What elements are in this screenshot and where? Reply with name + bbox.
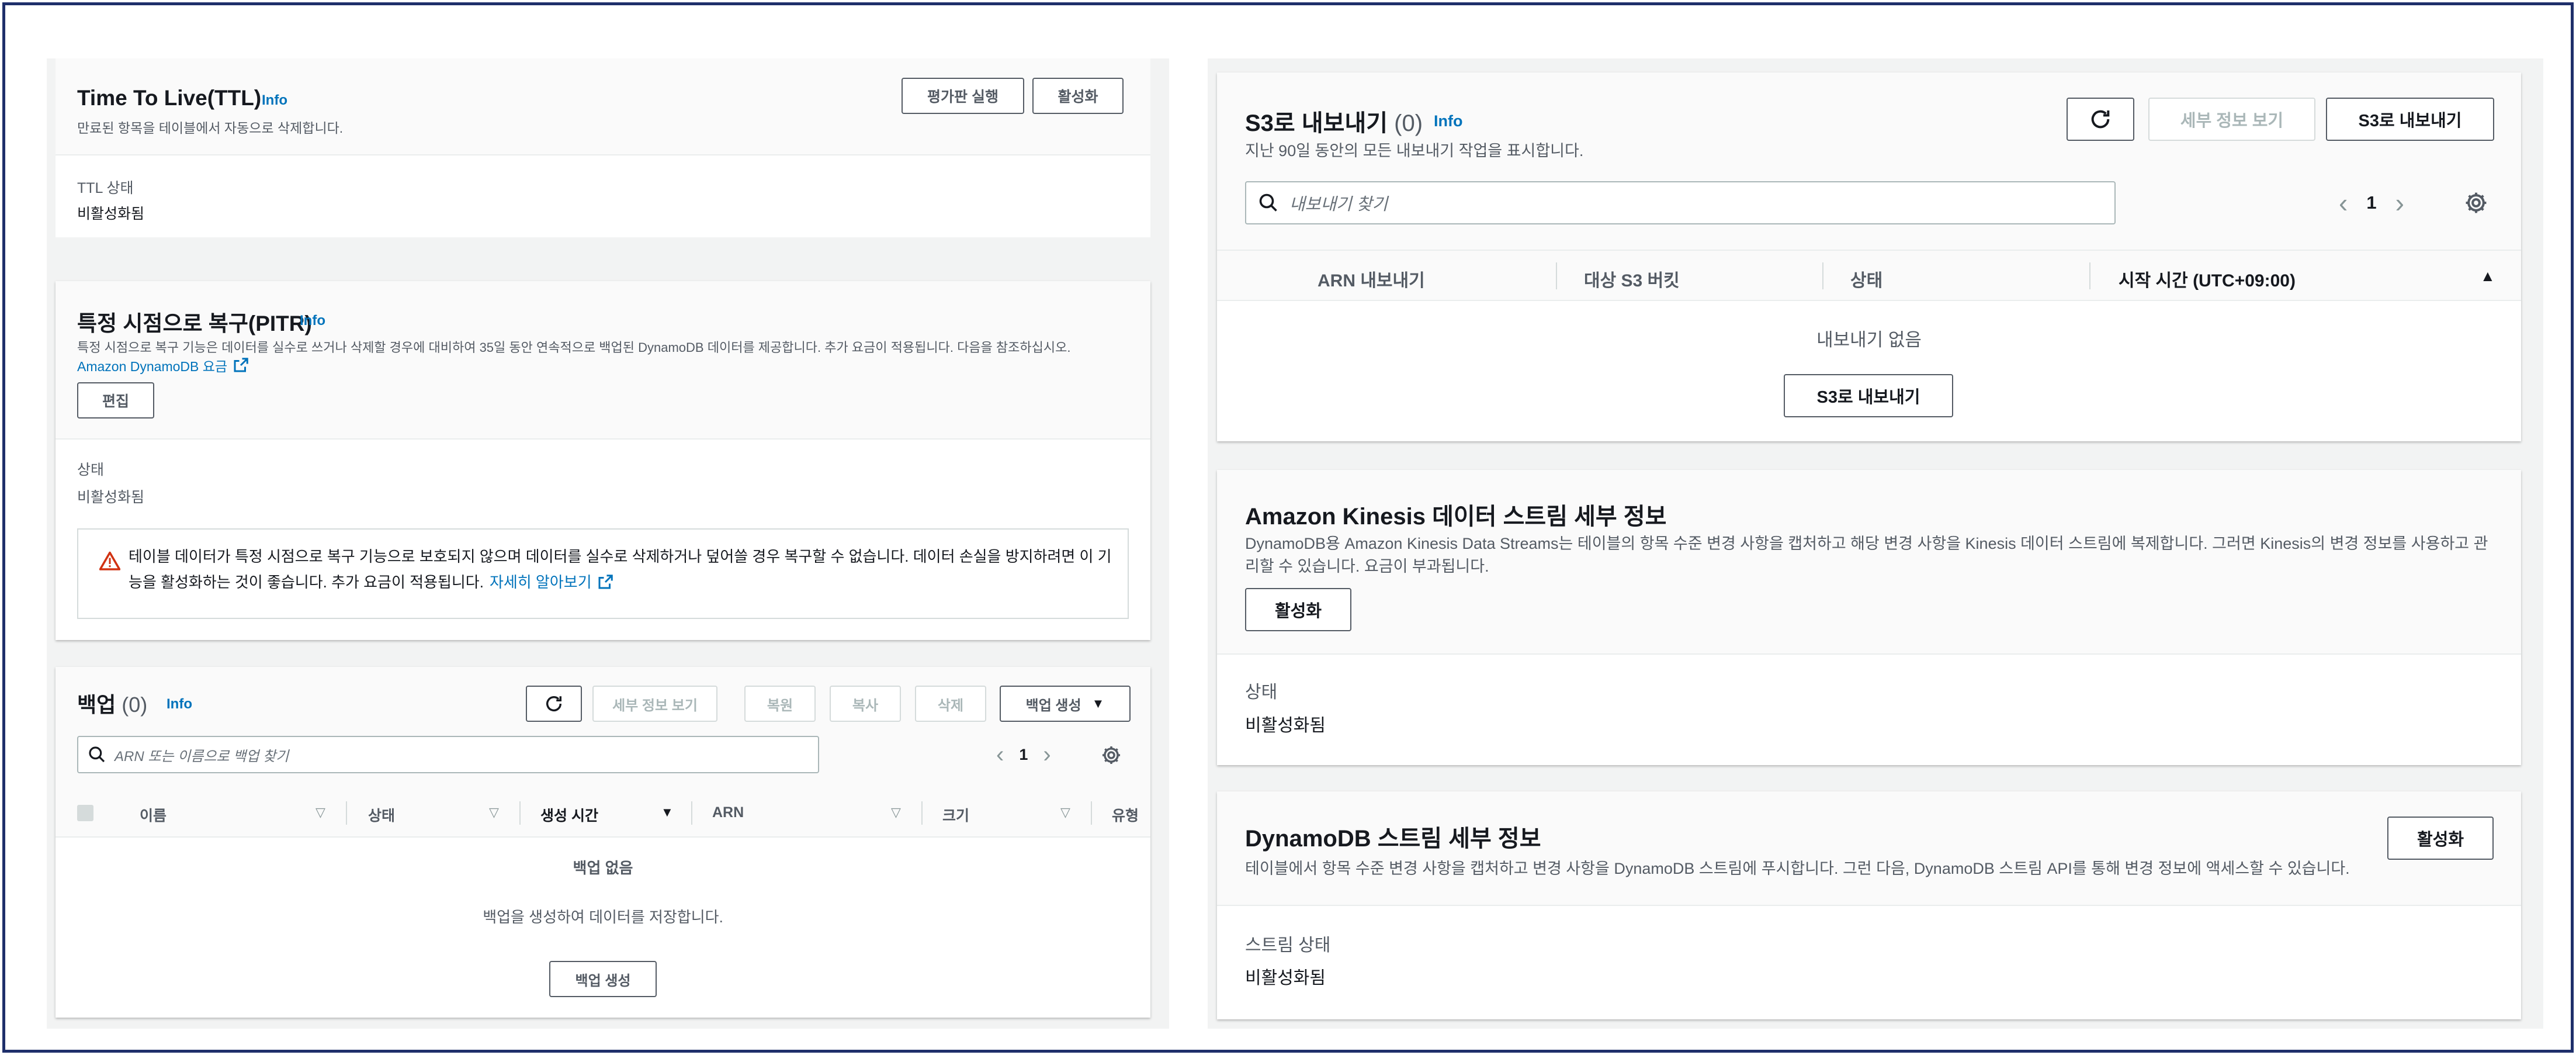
- pitr-info-link[interactable]: Info: [300, 313, 325, 329]
- ttl-status-label: TTL 상태: [77, 180, 134, 196]
- chevron-right-icon[interactable]: ›: [2395, 187, 2404, 219]
- streams-status-label: 스트림 상태: [1245, 936, 1331, 955]
- refresh-icon: [544, 694, 564, 714]
- kinesis-description: DynamoDB용 Amazon Kinesis Data Streams는 테…: [1245, 535, 2488, 575]
- ttl-info-link[interactable]: Info: [262, 92, 287, 109]
- backup-create-dropdown-button[interactable]: 백업 생성 ▼: [1000, 686, 1131, 722]
- dropdown-caret-icon: ▼: [1091, 696, 1105, 711]
- ttl-enable-button[interactable]: 활성화: [1032, 78, 1124, 114]
- s3-col-start-time[interactable]: 시작 시간 (UTC+09:00): [2119, 266, 2296, 292]
- settings-icon[interactable]: [2463, 190, 2489, 219]
- kinesis-title: Amazon Kinesis 데이터 스트림 세부 정보: [1245, 504, 1667, 530]
- backup-col-created[interactable]: 생성 시간: [540, 804, 598, 825]
- pitr-status-label: 상태: [77, 462, 105, 478]
- sort-icon[interactable]: ▼: [661, 805, 674, 820]
- warning-icon: [99, 551, 121, 573]
- s3-col-bucket[interactable]: 대상 S3 버킷: [1584, 266, 1680, 292]
- pitr-learn-more-link[interactable]: 자세히 알아보기: [490, 569, 592, 595]
- backup-pagination: ‹ 1 ›: [996, 736, 1051, 773]
- kinesis-panel: Amazon Kinesis 데이터 스트림 세부 정보 DynamoDB용 A…: [1217, 470, 2521, 765]
- backup-col-arn[interactable]: ARN: [712, 804, 744, 821]
- pitr-panel: 특정 시점으로 복구(PITR) Info 특정 시점으로 복구 기능은 데이터…: [56, 281, 1150, 640]
- ttl-description: 만료된 항목을 테이블에서 자동으로 삭제합니다.: [77, 120, 344, 136]
- backup-panel: 백업 (0) Info 세부 정보 보기 복원 복사 삭제 백업 생성 ▼ AR…: [56, 667, 1150, 1018]
- pitr-pricing-link[interactable]: Amazon DynamoDB 요금: [77, 355, 249, 375]
- search-icon: [1258, 192, 1279, 213]
- s3-export-empty-button[interactable]: S3로 내보내기: [1784, 374, 1953, 417]
- kinesis-status-label: 상태: [1245, 683, 1278, 702]
- streams-enable-button[interactable]: 활성화: [2387, 817, 2494, 860]
- kinesis-enable-button[interactable]: 활성화: [1245, 588, 1351, 631]
- s3-export-search-placeholder: 내보내기 찾기: [1289, 195, 1388, 214]
- screenshot-frame: Time To Live(TTL) Info 만료된 항목을 테이블에서 자동으…: [2, 2, 2574, 1053]
- pitr-status-value: 비활성화됨: [77, 489, 145, 506]
- sort-icon[interactable]: ▽: [1060, 805, 1070, 820]
- s3-export-empty-title: 내보내기 없음: [1816, 330, 1922, 350]
- backup-count: (0): [122, 693, 148, 717]
- s3-export-search-input[interactable]: 내보내기 찾기: [1245, 181, 2116, 224]
- s3-col-status[interactable]: 상태: [1850, 266, 1882, 292]
- chevron-left-icon[interactable]: ‹: [996, 742, 1004, 768]
- s3-export-count: (0): [1394, 110, 1423, 136]
- backup-empty-title: 백업 없음: [573, 859, 633, 877]
- settings-icon[interactable]: [1100, 744, 1122, 769]
- backup-col-name[interactable]: 이름: [140, 804, 167, 825]
- s3-export-button[interactable]: S3로 내보내기: [2326, 98, 2494, 141]
- pitr-warning-alert: 테이블 데이터가 특정 시점으로 복구 기능으로 보호되지 않으며 데이터를 실…: [77, 528, 1129, 619]
- backup-table-header: 이름 ▽ 상태 ▽ 생성 시간 ▼ ARN ▽ 크기 ▽ 유형: [56, 788, 1150, 838]
- search-icon: [88, 745, 106, 764]
- s3-export-panel: S3로 내보내기 (0) Info 지난 90일 동안의 모든 내보내기 작업을…: [1217, 72, 2521, 441]
- backup-info-link[interactable]: Info: [167, 696, 192, 712]
- backup-copy-button[interactable]: 복사: [830, 686, 901, 722]
- backup-search-placeholder: ARN 또는 이름으로 백업 찾기: [115, 748, 289, 765]
- sort-icon[interactable]: ▽: [316, 805, 325, 820]
- backup-title: 백업 (0): [77, 693, 148, 717]
- s3-export-refresh-button[interactable]: [2067, 98, 2134, 141]
- backup-col-status[interactable]: 상태: [368, 804, 395, 825]
- s3-export-table-header: ARN 내보내기 대상 S3 버킷 상태 시작 시간 (UTC+09:00) ▲: [1217, 251, 2521, 301]
- backup-empty-subtitle: 백업을 생성하여 데이터를 저장합니다.: [483, 908, 723, 926]
- backup-delete-button[interactable]: 삭제: [915, 686, 986, 722]
- s3-export-info-link[interactable]: Info: [1434, 112, 1462, 130]
- s3-export-page-number[interactable]: 1: [2366, 192, 2376, 213]
- backup-details-button[interactable]: 세부 정보 보기: [592, 686, 717, 722]
- ttl-title: Time To Live(TTL): [77, 86, 262, 110]
- pitr-title: 특정 시점으로 복구(PITR): [77, 312, 312, 335]
- external-link-icon: [232, 357, 249, 374]
- backup-col-type[interactable]: 유형: [1112, 804, 1139, 825]
- select-all-checkbox[interactable]: [77, 805, 93, 821]
- refresh-icon: [2089, 108, 2112, 131]
- ttl-preview-button[interactable]: 평가판 실행: [902, 78, 1024, 114]
- pitr-description: 특정 시점으로 복구 기능은 데이터를 실수로 쓰거나 삭제할 경우에 대비하여…: [77, 340, 1071, 355]
- streams-title: DynamoDB 스트림 세부 정보: [1245, 826, 1541, 852]
- s3-export-title: S3로 내보내기 (0): [1245, 110, 1423, 136]
- ttl-status-value: 비활성화됨: [77, 206, 145, 222]
- sort-icon[interactable]: ▲: [2480, 267, 2495, 285]
- ttl-panel: Time To Live(TTL) Info 만료된 항목을 테이블에서 자동으…: [56, 58, 1150, 237]
- backup-page-number[interactable]: 1: [1019, 746, 1028, 764]
- streams-description: 테이블에서 항목 수준 변경 사항을 캡처하고 변경 사항을 DynamoDB …: [1245, 860, 2350, 877]
- sort-icon[interactable]: ▽: [891, 805, 901, 820]
- backup-col-size[interactable]: 크기: [942, 804, 969, 825]
- kinesis-status-value: 비활성화됨: [1245, 716, 1326, 735]
- backup-search-input[interactable]: ARN 또는 이름으로 백업 찾기: [77, 736, 819, 773]
- pitr-warning-text: 테이블 데이터가 특정 시점으로 복구 기능으로 보호되지 않으며 데이터를 실…: [129, 544, 1116, 595]
- pitr-edit-button[interactable]: 편집: [77, 382, 154, 418]
- s3-export-pagination: ‹ 1 ›: [2339, 181, 2404, 224]
- backup-restore-button[interactable]: 복원: [744, 686, 816, 722]
- dynamodb-streams-panel: DynamoDB 스트림 세부 정보 테이블에서 항목 수준 변경 사항을 캡처…: [1217, 791, 2521, 1019]
- streams-status-value: 비활성화됨: [1245, 968, 1326, 988]
- chevron-left-icon[interactable]: ‹: [2339, 187, 2348, 219]
- s3-col-arn[interactable]: ARN 내보내기: [1318, 266, 1425, 292]
- backup-empty-create-button[interactable]: 백업 생성: [549, 961, 657, 997]
- backup-refresh-button[interactable]: [526, 686, 582, 722]
- s3-export-description: 지난 90일 동안의 모든 내보내기 작업을 표시합니다.: [1245, 142, 1584, 160]
- chevron-right-icon[interactable]: ›: [1043, 742, 1050, 768]
- external-link-icon: [597, 573, 614, 591]
- sort-icon[interactable]: ▽: [489, 805, 499, 820]
- s3-export-details-button[interactable]: 세부 정보 보기: [2148, 98, 2315, 141]
